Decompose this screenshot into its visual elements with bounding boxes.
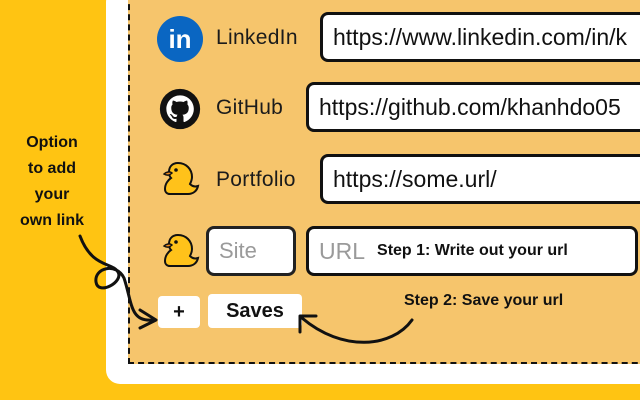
url-placeholder: URL [319, 237, 366, 264]
github-url-input[interactable]: https://github.com/khanhdo05 [306, 82, 640, 132]
github-icon [157, 86, 203, 132]
step1-note: Step 1: Write out your url [377, 242, 568, 259]
github-label: GitHub [216, 96, 284, 119]
custom-url-input[interactable]: URL Step 1: Write out your url [306, 226, 638, 276]
step2-note: Step 2: Save your url [404, 292, 564, 309]
add-link-button[interactable]: + [158, 296, 200, 328]
custom-duck-icon [157, 228, 203, 274]
duck-icon [157, 156, 203, 202]
option-note-line: to add [28, 160, 76, 177]
linkedin-icon: in [157, 16, 203, 62]
save-button[interactable]: Saves [208, 294, 302, 328]
linkedin-url-input[interactable]: https://www.linkedin.com/in/k [320, 12, 640, 62]
option-note-line: Option [26, 134, 78, 151]
linkedin-label: LinkedIn [216, 26, 298, 49]
option-note: Option to add your own link [6, 130, 98, 234]
portfolio-url-input[interactable]: https://some.url/ [320, 154, 640, 204]
portfolio-label: Portfolio [216, 168, 296, 191]
option-note-line: your [34, 186, 70, 203]
option-note-line: own link [20, 212, 84, 229]
custom-site-input[interactable]: Site [206, 226, 296, 276]
